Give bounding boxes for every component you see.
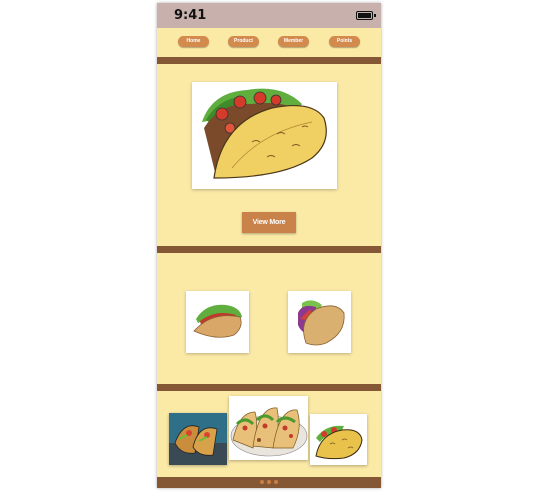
- view-more-button[interactable]: View More: [242, 212, 296, 233]
- taco-card-right[interactable]: [288, 291, 351, 353]
- tacos-platter-image-icon: [229, 396, 308, 460]
- section-divider: [157, 384, 381, 391]
- nav-product-button[interactable]: Product: [228, 36, 259, 47]
- section-divider: [157, 57, 381, 64]
- taco-icon: [298, 300, 345, 346]
- pagination-dot[interactable]: [274, 480, 278, 484]
- carousel-image-left[interactable]: [169, 413, 227, 465]
- pagination-dot[interactable]: [260, 480, 264, 484]
- status-bar: 9:41: [157, 3, 381, 28]
- carousel-pagination: [157, 480, 381, 484]
- battery-cap: [374, 14, 376, 17]
- carousel-image-center[interactable]: [229, 396, 308, 460]
- navbar: Home Product Member Points: [157, 28, 381, 59]
- hero-taco-image[interactable]: [192, 82, 337, 189]
- battery-icon: [356, 11, 373, 20]
- phone-frame: 9:41 Home Product Member Points View Mor…: [157, 3, 381, 488]
- nav-points-button[interactable]: Points: [329, 36, 360, 47]
- taco-icon: [193, 304, 242, 338]
- carousel: [157, 392, 381, 476]
- taco-card-left[interactable]: [186, 291, 249, 353]
- status-time: 9:41: [174, 8, 207, 23]
- pagination-dot[interactable]: [267, 480, 271, 484]
- carousel-image-right[interactable]: [310, 414, 367, 465]
- nav-home-button[interactable]: Home: [178, 36, 209, 47]
- tacos-on-plate-image-icon: [169, 413, 227, 465]
- nav-member-button[interactable]: Member: [278, 36, 309, 47]
- taco-illustration-icon: [192, 82, 337, 189]
- section-divider: [157, 246, 381, 253]
- taco-illustration-icon: [310, 414, 367, 465]
